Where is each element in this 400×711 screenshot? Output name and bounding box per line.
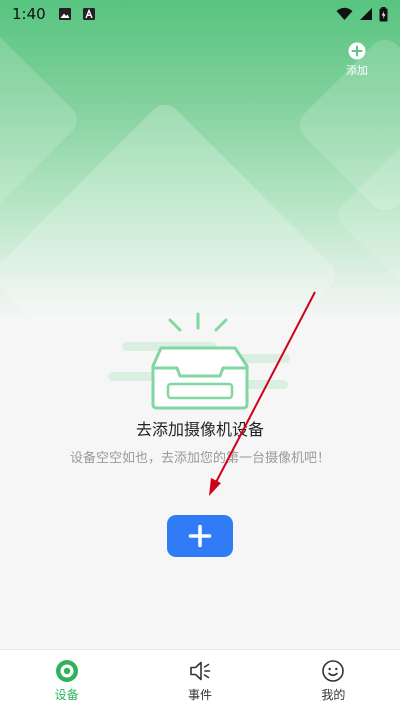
add-top-label: 添加 [346,64,368,77]
nav-item-devices[interactable]: 设备 [0,650,133,711]
image-notification-icon [58,8,71,20]
camera-icon [55,659,78,682]
nav-label-mine: 我的 [321,687,346,702]
plus-circle-icon [348,42,366,60]
nav-label-events: 事件 [187,687,212,702]
empty-state-title: 去添加摄像机设备 [135,420,264,439]
nav-item-mine[interactable]: 我的 [267,650,400,711]
add-device-button[interactable] [167,515,233,557]
wifi-icon [336,7,353,20]
add-top-button[interactable]: 添加 [340,42,374,78]
bottom-nav: 设备 事件 我的 [0,649,400,711]
battery-icon [379,6,388,21]
smiley-icon [322,659,345,682]
signal-icon [360,8,372,20]
nav-label-devices: 设备 [54,687,79,702]
status-bar: 1:40 [0,0,400,28]
nav-item-events[interactable]: 事件 [133,650,266,711]
plus-icon [188,524,212,548]
empty-state-description: 设备空空如也，去添加您的第一台摄像机吧！ [69,451,330,466]
empty-box-illustration [108,312,290,410]
status-time: 1:40 [12,5,46,23]
a-notification-icon [82,8,95,20]
speaker-icon [190,661,211,680]
